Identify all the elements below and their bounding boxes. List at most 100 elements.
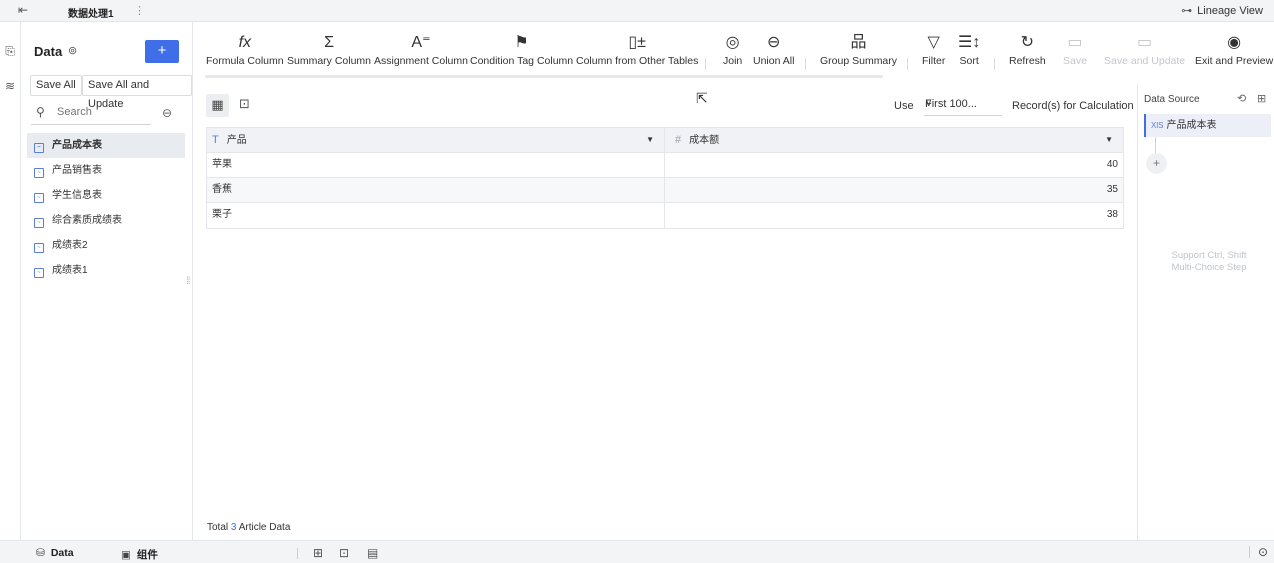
- toolbar-divider: [994, 58, 995, 70]
- collapse-icon[interactable]: ⊙: [1258, 545, 1268, 559]
- more-icon[interactable]: ⊖: [162, 106, 172, 120]
- toolbar-divider: [705, 58, 706, 70]
- flag-icon: ⚑: [514, 34, 529, 51]
- lineage-view-button[interactable]: ⊶ Lineage View: [1181, 4, 1263, 17]
- column-header-label: 产品: [226, 135, 247, 146]
- table-list: ~ 产品成本表 ~ 产品销售表 ~ 学生信息表 ~ 综合素质成绩表 ~ 成绩表2 ~ 成绩表…: [27, 133, 185, 283]
- table-row: 苹果 40: [207, 153, 1123, 178]
- list-item[interactable]: ~ 综合素质成绩表: [27, 208, 185, 233]
- refresh-button[interactable]: ↻ Refresh: [1009, 33, 1046, 67]
- join-button[interactable]: ◎ Join: [723, 33, 742, 67]
- list-item[interactable]: ~ 产品销售表: [27, 158, 185, 183]
- table-cell[interactable]: 香蕉: [207, 178, 665, 202]
- summary-column-label: Summary Column: [287, 55, 372, 67]
- layout-icon[interactable]: ⊞: [1257, 92, 1266, 105]
- tab-data-label: Data: [50, 547, 74, 559]
- connector-line: [1155, 137, 1156, 153]
- exit-and-preview-button[interactable]: ◉ Exit and Preview: [1195, 33, 1273, 67]
- list-item[interactable]: ~ 产品成本表: [27, 133, 185, 158]
- add-data-button[interactable]: +: [145, 40, 179, 63]
- table-cell[interactable]: 35: [665, 178, 1123, 202]
- table-icon: ~: [34, 143, 44, 153]
- footer-suffix: Article Data: [238, 522, 291, 533]
- save-button[interactable]: ▭ Save: [1063, 33, 1087, 67]
- table-row: 香蕉 35: [207, 178, 1123, 203]
- add-table-icon[interactable]: ▤: [367, 546, 378, 560]
- bottom-bar: ⛁ Data ▣ 组件 ⊞ ⊡ ▤ ⊙: [0, 540, 1274, 563]
- table-icon: ~: [34, 243, 44, 253]
- refresh-label: Refresh: [1009, 55, 1046, 67]
- toolbar-divider: [805, 58, 806, 70]
- add-step-button[interactable]: +: [1146, 153, 1167, 174]
- save-and-update-button[interactable]: ▭ Save and Update: [1104, 33, 1185, 67]
- save-update-label: Save and Update: [1104, 55, 1186, 67]
- database-icon: ⛁: [36, 547, 45, 559]
- search-input[interactable]: [57, 106, 147, 118]
- formula-column-button[interactable]: fx Formula Column: [206, 33, 284, 67]
- union-label: Union All: [753, 55, 795, 67]
- table-row: 栗子 38: [207, 203, 1123, 228]
- filter-button[interactable]: ▽ Filter: [922, 33, 945, 67]
- list-item[interactable]: ~ 学生信息表: [27, 183, 185, 208]
- column-from-other-tables-button[interactable]: ▯± Column from Other Tables: [576, 33, 698, 67]
- data-source-node[interactable]: XlS 产品成本表: [1144, 114, 1271, 137]
- bottom-divider: [1249, 546, 1250, 558]
- group-summary-label: Group Summary: [820, 55, 898, 67]
- assignment-column-button[interactable]: A⁼ Assignment Column: [374, 33, 468, 67]
- tab-components-label: 组件: [136, 549, 158, 561]
- settings-sliders-icon[interactable]: ≋: [3, 79, 17, 93]
- document-title[interactable]: 数据处理1: [68, 5, 114, 20]
- list-item[interactable]: ~ 成绩表2: [27, 233, 185, 258]
- column-header-cost[interactable]: # 成本额 ▼: [665, 128, 1123, 152]
- hierarchy-icon: 品: [850, 34, 867, 51]
- tab-components[interactable]: ▣ 组件: [121, 547, 158, 562]
- hint-line: Support Ctrl, Shift: [1171, 250, 1247, 261]
- main-panel: ▦ ⊡ ⇱ Use First 100... ∨ Record(s) for C…: [193, 84, 1137, 540]
- tab-data[interactable]: ⛁ Data: [36, 547, 74, 559]
- caret-down-icon[interactable]: ▼: [646, 128, 654, 152]
- data-source-label: 产品成本表: [1166, 120, 1217, 131]
- table-cell[interactable]: 38: [665, 203, 1123, 228]
- table-cell[interactable]: 栗子: [207, 203, 665, 228]
- sort-button[interactable]: ☰↕ Sort: [958, 33, 980, 67]
- table-icon: ~: [34, 218, 44, 228]
- list-item-label: 学生信息表: [52, 190, 102, 201]
- add-chart-icon[interactable]: ⊞: [313, 546, 323, 560]
- collapse-up-icon[interactable]: ⊚: [68, 44, 77, 57]
- group-summary-button[interactable]: 品 Group Summary: [820, 33, 897, 67]
- save-all-button[interactable]: Save All: [30, 75, 82, 96]
- data-source-title: Data Source: [1144, 94, 1200, 105]
- more-options-icon[interactable]: ⋮: [134, 4, 145, 17]
- chevron-down-icon: ∨: [925, 98, 933, 109]
- table-cell[interactable]: 40: [665, 153, 1123, 177]
- sort-icon: ☰↕: [958, 34, 981, 51]
- sort-label: Sort: [959, 55, 979, 67]
- condition-tag-column-button[interactable]: ⚑ Condition Tag Column: [470, 33, 573, 67]
- filter-icon: ▽: [927, 34, 940, 51]
- list-item[interactable]: ~ 成绩表1: [27, 258, 185, 283]
- caret-down-icon[interactable]: ▼: [1105, 128, 1113, 152]
- column-header-product[interactable]: T 产品 ▼: [207, 128, 665, 152]
- resize-handle[interactable]: ⁞⁞: [186, 276, 190, 287]
- preview-icon: ◉: [1227, 34, 1242, 51]
- toolbar-scrollbar[interactable]: [205, 75, 883, 78]
- add-filter-icon[interactable]: ⊡: [339, 546, 349, 560]
- history-icon[interactable]: ⟲: [1237, 92, 1246, 105]
- column-header-label: 成本额: [689, 135, 720, 146]
- dataset-icon[interactable]: ⎘: [3, 44, 17, 58]
- union-all-button[interactable]: ⊖ Union All: [753, 33, 794, 67]
- bottom-divider: [297, 548, 298, 559]
- data-source-panel: Data Source ⟲ ⊞ XlS 产品成本表 + Support Ctrl,…: [1137, 84, 1274, 540]
- summary-column-button[interactable]: Σ Summary Column: [287, 33, 371, 67]
- footer-count: 3: [230, 522, 237, 533]
- exit-icon[interactable]: ⇤: [18, 3, 28, 17]
- save-label: Save: [1063, 55, 1087, 67]
- record-count-select[interactable]: First 100... ∨: [924, 93, 1002, 116]
- table-cell[interactable]: 苹果: [207, 153, 665, 177]
- layout-view-icon[interactable]: ⊡: [239, 96, 250, 112]
- top-bar: ⇤ 数据处理1 ⋮ ⊶ Lineage View: [0, 0, 1274, 22]
- condition-tag-label: Condition Tag Column: [470, 55, 574, 67]
- save-all-update-button[interactable]: Save All and Update: [82, 75, 192, 110]
- save-icon: ▭: [1067, 34, 1083, 51]
- grid-view-icon[interactable]: ▦: [206, 94, 229, 117]
